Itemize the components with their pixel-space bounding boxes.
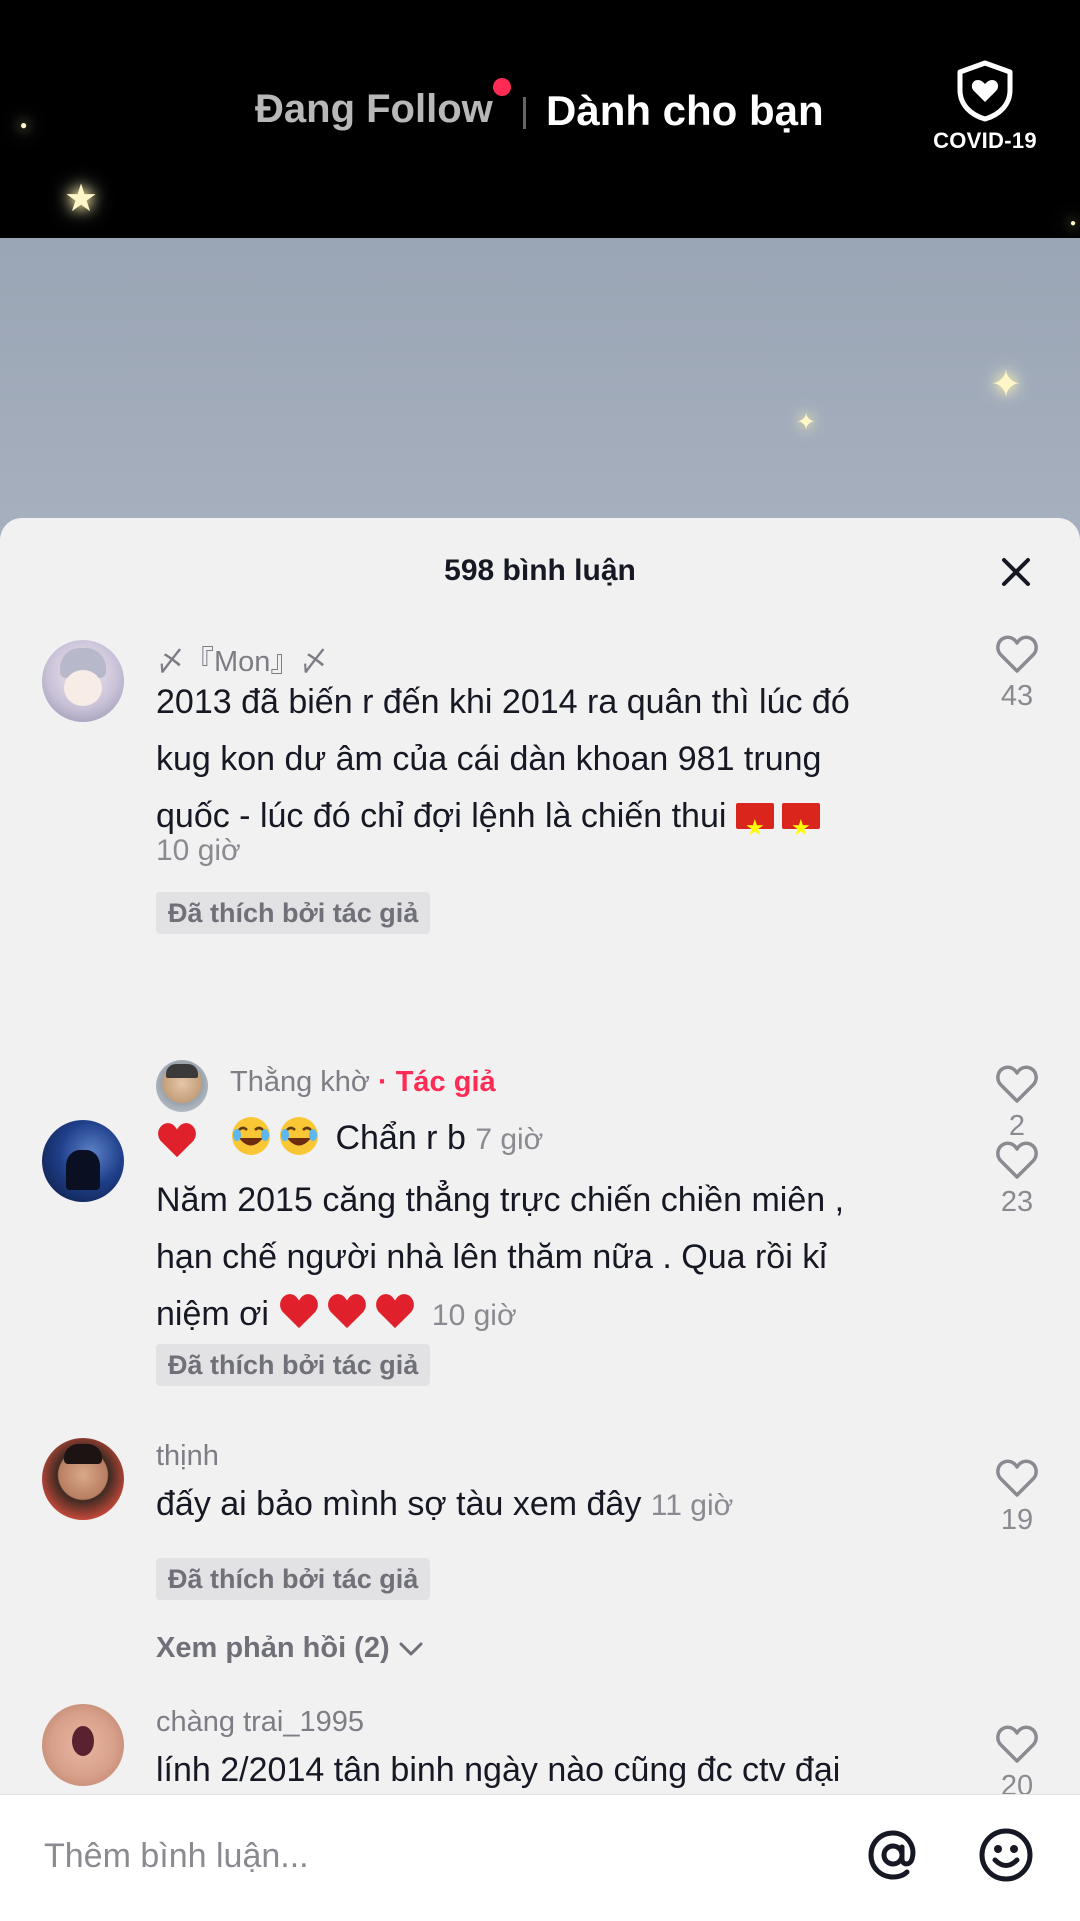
like-button[interactable]: 2 — [977, 1064, 1057, 1143]
comment-time: 11 giờ — [650, 1489, 734, 1522]
reply-text: Chẩn r b 7 giờ — [230, 1110, 543, 1168]
liked-by-author-badge: Đã thích bởi tác giả — [156, 892, 431, 934]
comment-text-segment: lính 2/2014 tân binh ngày nào cũng đc ct… — [156, 1751, 841, 1789]
comment-input[interactable]: Thêm bình luận... — [44, 1837, 309, 1876]
comment-text-line: niệm ơi 10 giờ — [156, 1286, 956, 1344]
emoji-icon[interactable] — [976, 1825, 1036, 1885]
feed-tabs: Đang Follow Dành cho bạn — [0, 78, 1080, 145]
comments-sheet: 598 bình luận 〆『Mon』〆 2013 đã biến r đến… — [0, 518, 1080, 1920]
vietnam-flag-emoji — [781, 799, 820, 856]
like-count: 19 — [1000, 1504, 1034, 1536]
comment-text: lính 2/2014 tân binh ngày nào cũng đc ct… — [156, 1742, 956, 1799]
red-heart-emoji — [158, 1123, 196, 1158]
mention-icon[interactable] — [863, 1825, 923, 1885]
chevron-down-icon — [399, 1642, 423, 1656]
like-button[interactable]: 20 — [977, 1724, 1057, 1803]
tab-following[interactable]: Đang Follow — [255, 87, 493, 132]
shield-heart-icon — [957, 60, 1013, 122]
comment-username[interactable]: thịnh — [156, 1440, 219, 1473]
comment-username[interactable]: chàng trai_1995 — [156, 1706, 364, 1739]
red-heart-emoji — [328, 1294, 367, 1329]
comment-text-line: Năm 2015 căng thẳng trực chiến chiền miê… — [156, 1181, 845, 1219]
comment-text-line: quốc - lúc đó chỉ đợi lệnh là chiến thui — [156, 788, 956, 856]
star-decoration: ★ — [64, 178, 99, 220]
comment-text-segment: niệm ơi — [156, 1295, 269, 1333]
like-count: 23 — [1000, 1186, 1034, 1218]
avatar[interactable] — [42, 1704, 124, 1786]
comment-text: 2013 đã biến r đến khi 2014 ra quân thì … — [156, 674, 956, 856]
comment-time: 10 giờ — [431, 1299, 517, 1332]
like-button[interactable]: 43 — [977, 634, 1057, 713]
like-button[interactable]: 23 — [977, 1140, 1057, 1219]
comment-text-line: hạn chế người nhà lên thăm nữa . Qua rồi… — [156, 1238, 827, 1276]
liked-by-author-badge: Đã thích bởi tác giả — [156, 1344, 431, 1386]
author-tag: · Tác giả — [378, 1066, 496, 1098]
like-button[interactable]: 19 — [977, 1458, 1057, 1537]
avatar[interactable] — [42, 640, 124, 722]
heart-outline-icon — [996, 1065, 1038, 1103]
like-count: 2 — [1008, 1110, 1026, 1142]
comment-text-segment: quốc - lúc đó chỉ đợi lệnh là chiến thui — [156, 797, 727, 835]
heart-outline-icon — [996, 1725, 1038, 1763]
comment-text: đấy ai bảo mình sợ tàu xem đây 11 giờ — [156, 1476, 956, 1534]
heart-outline-icon — [996, 1459, 1038, 1497]
liked-by-author-badge: Đã thích bởi tác giả — [156, 1558, 431, 1600]
laugh-emoji-icon — [232, 1117, 270, 1155]
comment-text: Năm 2015 căng thẳng trực chiến chiền miê… — [156, 1172, 956, 1344]
covid-button[interactable]: COVID-19 — [920, 60, 1050, 165]
laugh-emoji-icon — [280, 1117, 318, 1155]
heart-outline-icon — [996, 1141, 1038, 1179]
reply-username-text[interactable]: Thằng khờ — [230, 1066, 370, 1098]
comment-text-line: kug kon dư âm của cái dàn khoan 981 trun… — [156, 740, 822, 778]
reply-time: 7 giờ — [475, 1123, 544, 1156]
like-count: 43 — [1000, 680, 1034, 712]
avatar[interactable] — [42, 1120, 124, 1202]
notification-dot — [493, 78, 511, 96]
red-heart-emoji — [280, 1294, 319, 1329]
comments-count-title: 598 bình luận — [444, 554, 636, 587]
star-decoration: ✦ — [796, 409, 817, 436]
view-replies-label: Xem phản hồi (2) — [156, 1632, 390, 1664]
star-decoration: ✦ — [990, 364, 1022, 406]
tab-divider — [523, 97, 526, 129]
tab-for-you[interactable]: Dành cho bạn — [546, 87, 824, 135]
avatar[interactable] — [156, 1060, 208, 1112]
comment-input-bar: Thêm bình luận... — [0, 1794, 1080, 1921]
avatar[interactable] — [42, 1438, 124, 1520]
view-replies-button[interactable]: Xem phản hồi (2) — [156, 1632, 424, 1665]
reply-username: Thằng khờ · Tác giả — [230, 1066, 496, 1099]
covid-label: COVID-19 — [933, 128, 1037, 153]
reply-text-content: Chẩn r b — [335, 1119, 466, 1157]
heart-outline-icon — [996, 635, 1038, 673]
comment-text-segment: đấy ai bảo mình sợ tàu xem đây — [156, 1485, 642, 1523]
comment-time: 10 giờ — [156, 834, 241, 867]
star-decoration: ● — [1070, 218, 1077, 229]
close-icon[interactable] — [998, 554, 1034, 590]
red-heart-emoji — [376, 1294, 415, 1329]
vietnam-flag-emoji — [735, 799, 774, 856]
comment-text-line: 2013 đã biến r đến khi 2014 ra quân thì … — [156, 683, 850, 721]
